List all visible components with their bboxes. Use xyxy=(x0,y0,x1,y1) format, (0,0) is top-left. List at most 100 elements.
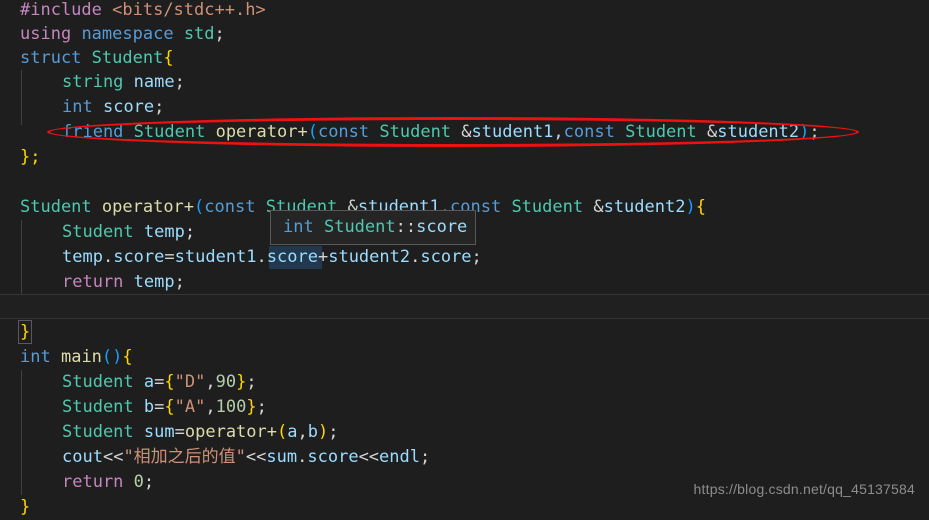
token-semicolon: ; xyxy=(184,222,196,242)
token-open-paren: ( xyxy=(194,197,205,217)
token-assign: = xyxy=(164,247,175,267)
token-open-brace: { xyxy=(164,397,175,417)
token-semicolon: ; xyxy=(246,372,257,392)
token-student-type: Student xyxy=(62,422,134,442)
token-std: std xyxy=(183,24,215,44)
token-number-100: 100 xyxy=(215,397,247,417)
token-string-type: string xyxy=(62,72,124,92)
token-student1-param: student1 xyxy=(471,122,554,142)
token-temp-var: temp xyxy=(143,222,185,242)
token-semicolon: ; xyxy=(214,24,225,44)
token-include-header: <bits/stdc++.h> xyxy=(112,0,266,20)
token-const: const xyxy=(204,197,256,217)
token-student-type: Student xyxy=(133,122,206,142)
token-int-type: int xyxy=(62,97,93,117)
token-struct: struct xyxy=(20,48,82,68)
code-line-11[interactable]: temp.score=student1.score+student2.score… xyxy=(0,245,929,270)
token-operator-plus: operator+ xyxy=(101,197,195,217)
token-cout: cout xyxy=(62,447,103,467)
token-b-var: b xyxy=(143,397,155,417)
token-semicolon: ; xyxy=(328,422,339,442)
token-open-paren: ( xyxy=(277,422,288,442)
code-line-17[interactable]: Student b={"A",100}; xyxy=(0,395,929,420)
token-close-paren: ) xyxy=(318,422,329,442)
token-open-brace: { xyxy=(164,372,175,392)
code-line-3[interactable]: struct Student{ xyxy=(0,46,929,71)
token-a-var: a xyxy=(143,372,155,392)
watermark-url: https://blog.csdn.net/qq_45137584 xyxy=(693,481,915,497)
token-endl: endl xyxy=(379,447,420,467)
token-semicolon: ; xyxy=(143,472,155,492)
token-string-d: "D" xyxy=(174,372,206,392)
token-close-brace: } xyxy=(20,322,31,342)
code-line-12[interactable]: return temp; xyxy=(0,270,929,295)
token-dot: . xyxy=(256,247,267,267)
token-ampersand: & xyxy=(451,122,472,142)
token-score-member-highlighted[interactable]: score xyxy=(267,247,318,267)
token-close-paren: ) xyxy=(799,122,810,142)
token-close-brace-semicolon: }; xyxy=(20,147,41,167)
code-line-19[interactable]: cout<<"相加之后的值"<<sum.score<<endl; xyxy=(0,445,929,470)
token-b-var: b xyxy=(307,422,318,442)
tooltip-owner-type: Student xyxy=(323,217,396,237)
code-line-16[interactable]: Student a={"D",90}; xyxy=(0,370,929,395)
token-student-type: Student xyxy=(91,48,164,68)
token-score-member: score xyxy=(307,447,359,467)
token-close-brace: } xyxy=(236,372,247,392)
token-int-type: int xyxy=(20,347,51,367)
token-student-type: Student xyxy=(625,122,697,142)
token-semicolon: ; xyxy=(174,72,185,92)
token-dot: . xyxy=(410,247,421,267)
code-line-8[interactable] xyxy=(0,170,929,195)
token-assign: = xyxy=(154,397,165,417)
token-dot: . xyxy=(297,447,308,467)
token-const: const xyxy=(563,122,615,142)
token-comma: , xyxy=(297,422,308,442)
code-line-4[interactable]: string name; xyxy=(0,70,929,95)
token-student1-param: student1 xyxy=(174,247,257,267)
token-stream-insert: << xyxy=(358,447,380,467)
token-semicolon: ; xyxy=(809,122,820,142)
token-string-a: "A" xyxy=(174,397,206,417)
token-name-member: name xyxy=(133,72,175,92)
code-line-21[interactable]: } xyxy=(0,495,929,520)
token-semicolon: ; xyxy=(174,272,185,292)
code-line-13[interactable] xyxy=(0,295,929,320)
token-student-type: Student xyxy=(511,197,584,217)
tooltip-space xyxy=(314,217,324,237)
token-chinese-string: "相加之后的值" xyxy=(123,447,246,467)
tooltip-member-name: score xyxy=(416,217,468,237)
token-open-paren: ( xyxy=(101,347,113,367)
token-temp-var: temp xyxy=(62,247,103,267)
token-return: return xyxy=(62,472,124,492)
token-score-member: score xyxy=(102,97,155,117)
code-line-14[interactable]: } xyxy=(0,320,929,345)
token-const: const xyxy=(317,122,370,142)
code-line-15[interactable]: int main(){ xyxy=(0,345,929,370)
code-line-18[interactable]: Student sum=operator+(a,b); xyxy=(0,420,929,445)
token-operator-plus: operator+ xyxy=(184,422,277,442)
token-semicolon: ; xyxy=(471,247,482,267)
code-line-6[interactable]: friend Student operator+(const Student &… xyxy=(0,120,929,145)
token-student-type: Student xyxy=(62,222,134,242)
code-line-7[interactable]: }; xyxy=(0,145,929,170)
token-comma: , xyxy=(205,397,216,417)
code-line-5[interactable]: int score; xyxy=(0,95,929,120)
code-editor[interactable]: #include <bits/stdc++.h> using namespace… xyxy=(0,0,929,519)
code-line-2[interactable]: using namespace std; xyxy=(0,22,929,47)
token-number-0: 0 xyxy=(133,472,144,492)
code-line-1[interactable]: #include <bits/stdc++.h> xyxy=(0,0,929,23)
